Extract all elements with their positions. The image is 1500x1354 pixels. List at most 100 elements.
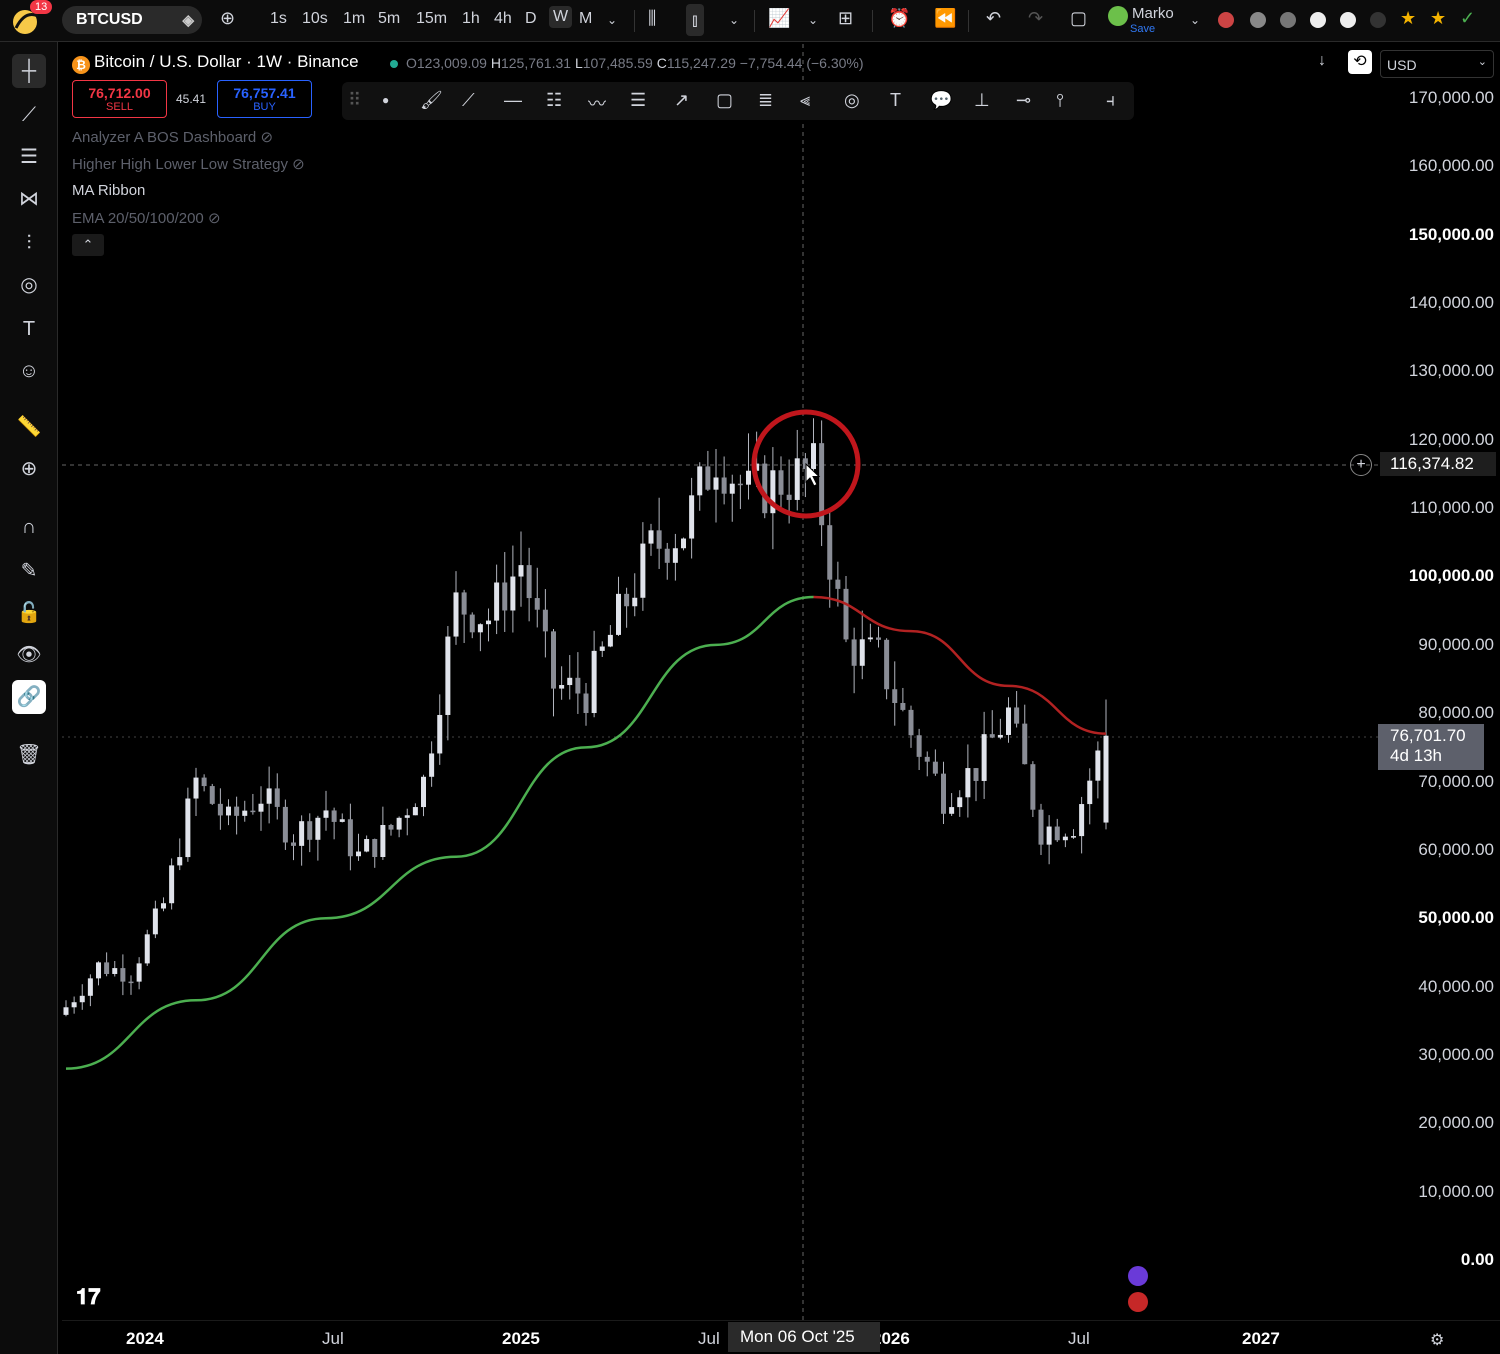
- crosshair-icon[interactable]: ┼: [12, 54, 46, 88]
- extension-icon[interactable]: [1310, 12, 1326, 28]
- dot-icon[interactable]: ●: [382, 93, 389, 107]
- extension-icon[interactable]: [1218, 12, 1234, 28]
- tradingview-logo-icon[interactable]: 𝟏𝟕: [76, 1284, 100, 1310]
- fib-retracement-icon[interactable]: ☰: [630, 90, 646, 111]
- add-alert-icon[interactable]: +: [1350, 454, 1372, 476]
- text-icon[interactable]: T: [890, 90, 901, 111]
- circle-icon[interactable]: ◎: [844, 90, 860, 111]
- chevron-down-icon[interactable]: ⌄: [1190, 13, 1200, 27]
- eye-hidden-icon[interactable]: ⊘: [208, 210, 221, 227]
- extension-icon[interactable]: [1340, 12, 1356, 28]
- candle-body: [542, 609, 548, 632]
- eye-hidden-icon[interactable]: ⊘: [260, 129, 273, 146]
- layouts-icon[interactable]: ⊞: [838, 8, 853, 29]
- line-icon[interactable]: ⟋: [462, 90, 475, 111]
- collapse-legend-button[interactable]: ⌃: [72, 234, 104, 256]
- currency-select[interactable]: USD ⌄: [1380, 50, 1494, 78]
- shapes-icon[interactable]: ◎: [12, 268, 46, 302]
- interval-10s[interactable]: 10s: [302, 10, 328, 28]
- chevron-down-icon[interactable]: ⌄: [808, 13, 818, 27]
- zoom-in-icon[interactable]: ⊕: [12, 452, 46, 486]
- extension-icon[interactable]: [1370, 12, 1386, 28]
- price-axis[interactable]: 170,000.00 160,000.00 150,000.00 140,000.00…: [1378, 44, 1500, 1320]
- avatar[interactable]: [1108, 6, 1128, 26]
- buy-button[interactable]: 76,757.41 BUY: [217, 80, 312, 118]
- eye-hidden-icon[interactable]: ⊘: [292, 156, 305, 173]
- download-icon[interactable]: ↓: [1318, 52, 1326, 70]
- star-icon[interactable]: ★: [1430, 8, 1446, 29]
- long-position-icon[interactable]: ⫯: [1056, 90, 1064, 111]
- price-line-icon[interactable]: ⊸: [1016, 90, 1031, 111]
- candles-icon[interactable]: ⫾: [686, 4, 704, 36]
- diamond-icon[interactable]: ◈: [182, 11, 194, 29]
- emoji-icon[interactable]: ☺: [12, 354, 46, 388]
- bar-chart-type-icon[interactable]: ⫼: [648, 8, 656, 29]
- fullscreen-icon[interactable]: ▢: [1070, 8, 1087, 29]
- star-icon[interactable]: ★: [1400, 8, 1416, 29]
- user-name[interactable]: Marko: [1132, 5, 1174, 22]
- callout-icon[interactable]: 💬: [930, 90, 952, 111]
- indicator-legend-item[interactable]: Higher High Lower Low Strategy ⊘: [72, 155, 305, 173]
- fib-icon[interactable]: ☰: [12, 140, 46, 174]
- vertical-line-icon[interactable]: ⫞: [1106, 90, 1115, 111]
- arrow-icon[interactable]: ↗: [674, 90, 689, 111]
- magnet-icon[interactable]: ∩: [12, 510, 46, 544]
- channel-icon[interactable]: ☷: [546, 90, 562, 111]
- candle-body: [404, 815, 410, 818]
- candle-body: [201, 777, 207, 787]
- interval-M[interactable]: M: [579, 10, 592, 28]
- pencil-lock-icon[interactable]: ✎: [12, 554, 46, 588]
- redo-icon[interactable]: ↷: [1028, 8, 1043, 29]
- eye-icon[interactable]: 👁: [12, 638, 46, 672]
- chart-legend[interactable]: ₿ Bitcoin / U.S. Dollar · 1W · Binance: [72, 52, 359, 74]
- lines-icon[interactable]: ≣: [758, 90, 773, 111]
- chevron-down-icon[interactable]: ⌄: [729, 13, 739, 27]
- interval-4h[interactable]: 4h: [494, 10, 512, 28]
- save-label[interactable]: Save: [1130, 23, 1155, 35]
- interval-W[interactable]: W: [549, 6, 573, 28]
- trash-icon[interactable]: 🗑: [12, 738, 46, 772]
- interval-1h[interactable]: 1h: [462, 10, 480, 28]
- chevron-down-icon[interactable]: ⌄: [607, 13, 617, 27]
- brush-icon[interactable]: 🖌: [420, 90, 443, 111]
- undo-icon[interactable]: ↶: [986, 8, 1001, 29]
- rectangle-icon[interactable]: ▢: [716, 90, 733, 111]
- sell-button[interactable]: 76,712.00 SELL: [72, 80, 167, 118]
- indicator-legend-item[interactable]: MA Ribbon: [72, 182, 145, 199]
- interval-5m[interactable]: 5m: [378, 10, 400, 28]
- check-icon[interactable]: ✓: [1460, 8, 1475, 29]
- zigzag-icon[interactable]: 〰: [588, 90, 606, 116]
- ruler-icon[interactable]: 📏: [12, 410, 46, 444]
- replay-icon[interactable]: ⏪: [934, 8, 956, 29]
- candle-body: [949, 807, 955, 814]
- indicator-legend-item[interactable]: EMA 20/50/100/200 ⊘: [72, 209, 221, 227]
- sync-icon[interactable]: ⟲: [1348, 50, 1372, 74]
- extension-icon[interactable]: [1250, 12, 1266, 28]
- interval-1s[interactable]: 1s: [270, 10, 287, 28]
- price-range-icon[interactable]: ⊥: [974, 90, 990, 111]
- text-icon[interactable]: T: [12, 312, 46, 346]
- forecast-icon[interactable]: ⫶: [12, 226, 46, 260]
- symbol-search[interactable]: BTCUSD ◈: [62, 6, 202, 34]
- lock-icon[interactable]: 🔓: [12, 596, 46, 630]
- interval-1m[interactable]: 1m: [343, 10, 365, 28]
- indicator-legend-item[interactable]: Analyzer A BOS Dashboard ⊘: [72, 128, 273, 146]
- candle-body: [87, 978, 93, 996]
- trend-line-icon[interactable]: ⟋: [12, 98, 46, 132]
- add-symbol-icon[interactable]: ⊕: [220, 8, 235, 29]
- interval-15m[interactable]: 15m: [416, 10, 447, 28]
- candle-body: [762, 463, 768, 514]
- interval-D[interactable]: D: [525, 10, 537, 28]
- horizontal-ray-icon[interactable]: —: [504, 90, 522, 111]
- alert-icon[interactable]: ⏰: [888, 8, 910, 29]
- price-chart[interactable]: [62, 44, 1378, 1320]
- drag-handle-icon[interactable]: ⠿: [348, 90, 361, 111]
- settings-gear-icon[interactable]: ⚙: [1430, 1330, 1444, 1350]
- extension-icon[interactable]: [1280, 12, 1296, 28]
- notification-badge[interactable]: 13: [30, 0, 53, 14]
- link-icon[interactable]: 🔗: [12, 680, 46, 714]
- pattern-icon[interactable]: ⋈: [12, 182, 46, 216]
- fan-icon[interactable]: ⫷: [800, 90, 810, 111]
- indicators-icon[interactable]: 📈: [768, 8, 790, 29]
- high-value: 125,761.31: [500, 55, 572, 71]
